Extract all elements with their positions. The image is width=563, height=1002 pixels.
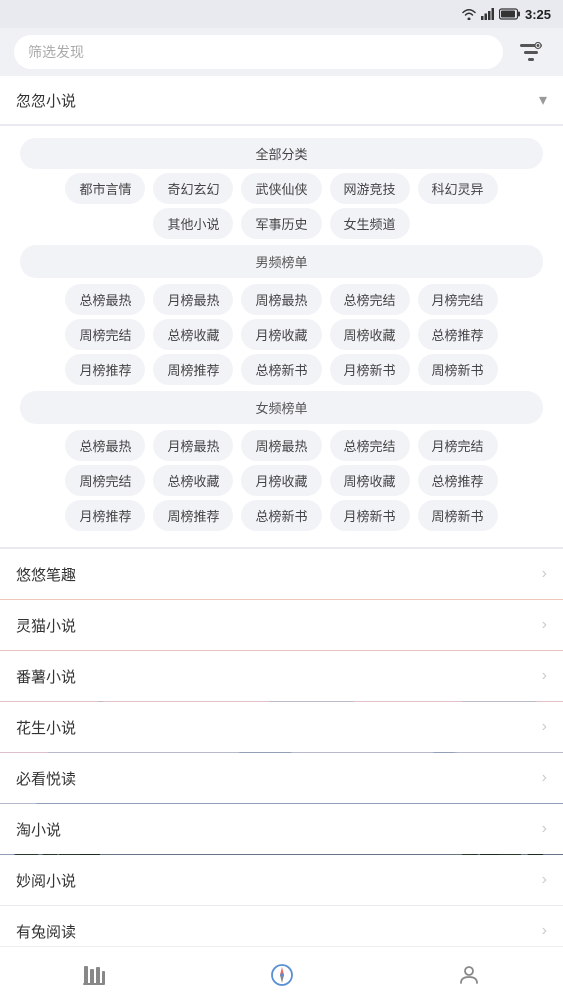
tag-m-month-complete[interactable]: 月榜完结 [418, 284, 498, 315]
male-chart-row2: 周榜完结 总榜收藏 月榜收藏 周榜收藏 总榜推荐 [10, 319, 553, 350]
main-tags-row: 都市言情 奇幻玄幻 武侠仙侠 网游竞技 科幻灵异 [10, 173, 553, 204]
tag-m-month-collect[interactable]: 月榜收藏 [241, 319, 321, 350]
list-chevron-icon: › [542, 769, 547, 787]
compass-icon [270, 963, 294, 987]
list-item-huasheng[interactable]: 花生小说 › [0, 702, 563, 752]
status-icons: 3:25 [461, 7, 551, 22]
tag-f-total-complete[interactable]: 总榜完结 [330, 430, 410, 461]
female-chart-label: 女频榜单 [20, 391, 543, 424]
section-title-huhu: 忽忽小说 [16, 90, 76, 111]
tag-urban[interactable]: 都市言情 [65, 173, 145, 204]
tag-m-total-recommend[interactable]: 总榜推荐 [418, 319, 498, 350]
tag-m-month-hot[interactable]: 月榜最热 [153, 284, 233, 315]
tag-m-week-hot[interactable]: 周榜最热 [241, 284, 321, 315]
male-chart-row1: 总榜最热 月榜最热 周榜最热 总榜完结 月榜完结 [10, 284, 553, 315]
tag-m-total-collect[interactable]: 总榜收藏 [153, 319, 233, 350]
wifi-icon [461, 8, 477, 20]
section-header-huhu[interactable]: 忽忽小说 ▾ [0, 76, 563, 124]
list-chevron-icon: › [542, 616, 547, 634]
tag-m-month-new[interactable]: 月榜新书 [330, 354, 410, 385]
tag-f-month-complete[interactable]: 月榜完结 [418, 430, 498, 461]
list-items-container: 悠悠笔趣 › 灵猫小说 › 番薯小说 › 花生小说 › 必看悦读 › 淘小说 › [0, 549, 563, 946]
list-item-label: 必看悦读 [16, 768, 76, 789]
tag-m-week-recommend[interactable]: 周榜推荐 [153, 354, 233, 385]
tag-game[interactable]: 网游竞技 [330, 173, 410, 204]
tags-section: 全部分类 都市言情 奇幻玄幻 武侠仙侠 网游竞技 科幻灵异 其他小说 军事历史 … [0, 126, 563, 547]
profile-icon [457, 963, 481, 987]
bottom-nav [0, 946, 563, 1002]
tag-f-month-new[interactable]: 月榜新书 [330, 500, 410, 531]
tag-f-month-collect[interactable]: 月榜收藏 [241, 465, 321, 496]
status-bar: 3:25 [0, 0, 563, 28]
tag-m-total-new[interactable]: 总榜新书 [241, 354, 321, 385]
tag-f-total-collect[interactable]: 总榜收藏 [153, 465, 233, 496]
tag-f-week-new[interactable]: 周榜新书 [418, 500, 498, 531]
tag-f-total-hot[interactable]: 总榜最热 [65, 430, 145, 461]
tag-m-total-complete[interactable]: 总榜完结 [330, 284, 410, 315]
tag-f-week-recommend[interactable]: 周榜推荐 [153, 500, 233, 531]
list-item-bikan[interactable]: 必看悦读 › [0, 753, 563, 803]
tag-military[interactable]: 军事历史 [241, 208, 321, 239]
chevron-down-icon: ▾ [539, 90, 547, 110]
list-item-youtu[interactable]: 有兔阅读 › [0, 906, 563, 946]
tag-f-total-new[interactable]: 总榜新书 [241, 500, 321, 531]
tag-fantasy[interactable]: 奇幻玄幻 [153, 173, 233, 204]
list-item-miaoyue[interactable]: 妙阅小说 › [0, 855, 563, 905]
list-chevron-icon: › [542, 718, 547, 736]
tag-f-month-hot[interactable]: 月榜最热 [153, 430, 233, 461]
list-item-taoxiaoshuo[interactable]: 淘小说 › [0, 804, 563, 854]
status-time: 3:25 [525, 7, 551, 22]
main-content: 忽忽小说 ▾ 全部分类 都市言情 奇幻玄幻 武侠仙侠 网游竞技 科幻灵异 其他小… [0, 76, 563, 946]
tag-m-week-complete[interactable]: 周榜完结 [65, 319, 145, 350]
list-item-label: 番薯小说 [16, 666, 76, 687]
tag-female[interactable]: 女生频道 [330, 208, 410, 239]
list-chevron-icon: › [542, 922, 547, 940]
other-tags-row: 其他小说 军事历史 女生频道 [10, 208, 553, 239]
list-item-label: 灵猫小说 [16, 615, 76, 636]
filter-icon [518, 41, 544, 63]
list-item-fanshu[interactable]: 番薯小说 › [0, 651, 563, 701]
male-chart-label: 男频榜单 [20, 245, 543, 278]
list-item-lingmao[interactable]: 灵猫小说 › [0, 600, 563, 650]
list-chevron-icon: › [542, 565, 547, 583]
tag-m-week-collect[interactable]: 周榜收藏 [330, 319, 410, 350]
tag-m-month-recommend[interactable]: 月榜推荐 [65, 354, 145, 385]
tag-all[interactable]: 全部分类 [20, 138, 543, 169]
tag-f-week-hot[interactable]: 周榜最热 [241, 430, 321, 461]
list-chevron-icon: › [542, 820, 547, 838]
list-item-label: 妙阅小说 [16, 870, 76, 891]
list-item-label: 悠悠笔趣 [16, 564, 76, 585]
signal-icon [481, 8, 495, 20]
search-placeholder: 筛选发现 [28, 42, 84, 62]
list-item-youyou[interactable]: 悠悠笔趣 › [0, 549, 563, 599]
tag-f-week-complete[interactable]: 周榜完结 [65, 465, 145, 496]
tag-other[interactable]: 其他小说 [153, 208, 233, 239]
battery-icon [499, 8, 521, 20]
list-item-label: 有兔阅读 [16, 921, 76, 942]
tag-f-total-recommend[interactable]: 总榜推荐 [418, 465, 498, 496]
filter-icon-button[interactable] [513, 34, 549, 70]
female-chart-row3: 月榜推荐 周榜推荐 总榜新书 月榜新书 周榜新书 [10, 500, 553, 531]
tag-scifi[interactable]: 科幻灵异 [418, 173, 498, 204]
female-chart-row2: 周榜完结 总榜收藏 月榜收藏 周榜收藏 总榜推荐 [10, 465, 553, 496]
search-bar: 筛选发现 [0, 28, 563, 76]
female-chart-row1: 总榜最热 月榜最热 周榜最热 总榜完结 月榜完结 [10, 430, 553, 461]
tag-m-week-new[interactable]: 周榜新书 [418, 354, 498, 385]
list-item-label: 花生小说 [16, 717, 76, 738]
tag-wuxia[interactable]: 武侠仙侠 [241, 173, 321, 204]
list-section: 悠悠笔趣 › 灵猫小说 › 番薯小说 › 花生小说 › 必看悦读 › 淘小说 › [0, 549, 563, 946]
bookshelf-icon [81, 964, 107, 986]
nav-item-profile[interactable] [375, 947, 563, 1002]
list-item-label: 淘小说 [16, 819, 61, 840]
tag-f-month-recommend[interactable]: 月榜推荐 [65, 500, 145, 531]
nav-item-bookshelf[interactable] [0, 947, 188, 1002]
tag-m-total-hot[interactable]: 总榜最热 [65, 284, 145, 315]
list-chevron-icon: › [542, 871, 547, 889]
tag-f-week-collect[interactable]: 周榜收藏 [330, 465, 410, 496]
search-input-wrap[interactable]: 筛选发现 [14, 35, 503, 69]
male-chart-row3: 月榜推荐 周榜推荐 总榜新书 月榜新书 周榜新书 [10, 354, 553, 385]
nav-item-discover[interactable] [188, 947, 376, 1002]
list-chevron-icon: › [542, 667, 547, 685]
all-category-row: 全部分类 [10, 138, 553, 169]
